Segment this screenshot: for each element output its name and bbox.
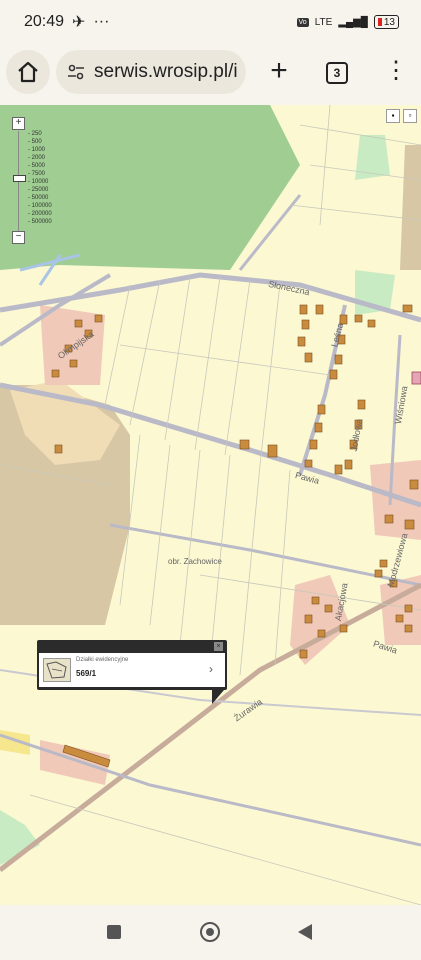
zoom-scale-label[interactable]: - 250 — [28, 131, 42, 138]
zoom-scale-label[interactable]: - 200000 — [28, 211, 52, 218]
zoom-scale-label[interactable]: - 100000 — [28, 203, 52, 210]
zoom-scale-label[interactable]: - 7500 — [28, 171, 45, 178]
zoom-out-button[interactable]: − — [12, 231, 25, 244]
zoom-scale-label[interactable]: - 500 — [28, 139, 42, 146]
road-zurawia — [0, 582, 421, 872]
district-label: obr. Zachowice — [168, 557, 222, 566]
map-view[interactable]: Słoneczna Leśna Olimpijska Pawia Jodłowa… — [0, 105, 421, 905]
zoom-control: + - 250- 500- 1000- 2000- 5000- 7500- 10… — [12, 117, 72, 247]
site-settings-icon — [68, 64, 84, 80]
url-text: serwis.wrosip.pl/i — [94, 61, 238, 82]
clock: 20:49 — [24, 13, 65, 30]
home-button[interactable] — [6, 50, 50, 94]
parcel-number: 569/1 — [76, 669, 97, 678]
zoom-scale-label[interactable]: - 10000 — [28, 179, 48, 186]
browser-menu-button[interactable]: ⋮ — [384, 56, 408, 88]
battery-level: 13 — [383, 16, 395, 28]
zoom-scale-label[interactable]: - 5000 — [28, 163, 45, 170]
parcel-popup[interactable]: × Działki ewidencyjne 569/1 › — [37, 640, 227, 690]
layers-tool-icon[interactable]: ▫ — [403, 109, 417, 123]
recents-button[interactable] — [107, 925, 121, 939]
battery-icon: 13 — [373, 15, 399, 29]
right-tan-strip — [400, 145, 421, 270]
close-icon[interactable]: × — [214, 642, 223, 651]
system-navigation-bar — [0, 905, 421, 960]
zoom-in-button[interactable]: + — [12, 117, 25, 130]
zoom-scale-label[interactable]: - 25000 — [28, 187, 48, 194]
browser-toolbar: serwis.wrosip.pl/i + 3 ⋮ — [0, 44, 421, 104]
zoom-scale-label[interactable]: - 500000 — [28, 219, 52, 226]
zoom-scale-label[interactable]: - 50000 — [28, 195, 48, 202]
address-bar[interactable]: serwis.wrosip.pl/i — [56, 50, 246, 94]
road-mid — [109, 523, 421, 587]
comment-tool-icon[interactable]: ▪ — [386, 109, 400, 123]
zoom-slider-handle[interactable] — [13, 175, 26, 182]
popup-item[interactable]: Działki ewidencyjne 569/1 › — [39, 653, 225, 687]
parcel-thumbnail-icon — [43, 658, 71, 682]
home-nav-button[interactable] — [200, 922, 220, 942]
map-tools: ▪ ▫ — [386, 109, 417, 123]
zoom-scale-label[interactable]: - 2000 — [28, 155, 45, 162]
popup-pointer — [212, 690, 224, 704]
volte-icon: Vo — [296, 17, 309, 27]
zoom-scale-label[interactable]: - 1000 — [28, 147, 45, 154]
tab-switcher-button[interactable]: 3 — [326, 62, 348, 84]
airplane-icon: ✈ — [72, 14, 86, 31]
signal-icon: ▂▄▆█ — [338, 16, 368, 28]
popup-title: Działki ewidencyjne — [76, 657, 129, 663]
back-button[interactable] — [298, 924, 312, 940]
network-type: LTE — [314, 16, 333, 28]
selected-building — [411, 371, 421, 385]
home-icon — [18, 61, 38, 83]
chevron-right-icon[interactable]: › — [209, 662, 213, 676]
new-tab-button[interactable]: + — [264, 54, 294, 90]
status-bar: 20:49 ✈ ··· Vo LTE ▂▄▆█ 13 — [0, 0, 421, 44]
more-notifications-icon: ··· — [93, 13, 110, 30]
